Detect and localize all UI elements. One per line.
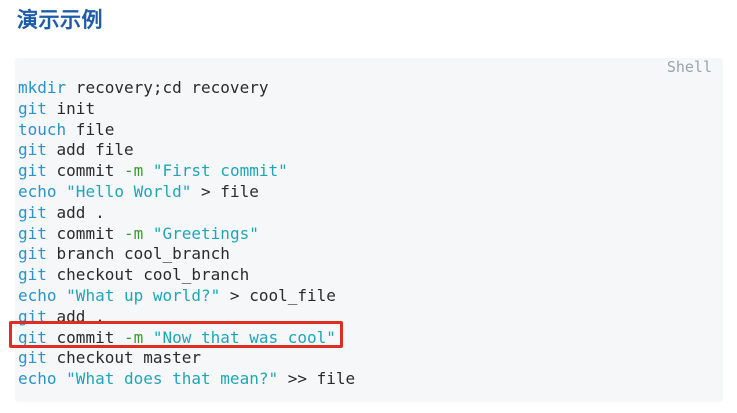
code-line: git add file xyxy=(18,140,355,161)
code-command-token: git xyxy=(18,348,47,368)
code-line: mkdir recovery;cd recovery xyxy=(18,78,355,99)
code-command-token: git xyxy=(18,244,47,264)
code-command-token: git xyxy=(18,265,47,285)
code-command-token: git xyxy=(18,140,47,160)
code-flag-token: -m xyxy=(123,327,144,347)
code-text-token: >> file xyxy=(278,369,356,389)
code-text-token: commit xyxy=(46,161,124,181)
code-text-token: branch cool_branch xyxy=(46,244,230,264)
code-command-token: mkdir xyxy=(18,78,67,97)
code-line: git checkout cool_branch xyxy=(18,265,355,286)
code-text-token: checkout master xyxy=(46,348,202,368)
code-command-token: git xyxy=(18,202,47,222)
code-block[interactable]: Shell mkdir recovery;cd recovery git init… xyxy=(15,58,723,402)
code-command-token: touch xyxy=(18,119,67,139)
code-flag-token: -m xyxy=(123,223,144,243)
code-line: git commit -m "Greetings" xyxy=(18,224,355,245)
code-text-token: commit xyxy=(46,327,124,347)
code-text-token: checkout cool_branch xyxy=(46,265,250,285)
code-text-token: add . xyxy=(46,306,105,326)
code-flag-token: -m xyxy=(123,161,144,181)
code-line-highlighted: git commit -m "Now that was cool" xyxy=(18,328,355,349)
code-string-token: "Hello World" xyxy=(66,181,192,201)
code-command-token: git xyxy=(18,327,47,347)
code-text-token: add . xyxy=(46,202,105,222)
code-line: git add . xyxy=(18,307,355,328)
code-line: git add . xyxy=(18,203,355,224)
code-command-token: git xyxy=(18,161,47,181)
code-line: echo "What up world?" > cool_file xyxy=(18,286,355,307)
code-line: git commit -m "First commit" xyxy=(18,161,355,182)
code-text-token: file xyxy=(66,119,115,139)
code-string-token: "Greetings" xyxy=(152,223,259,243)
code-language-label: Shell xyxy=(666,58,712,76)
code-string-token: "What does that mean?" xyxy=(66,369,279,389)
code-line: echo "What does that mean?" >> file xyxy=(18,369,355,390)
code-command-token: git xyxy=(18,306,47,326)
code-line: git branch cool_branch xyxy=(18,244,355,265)
code-command-token: echo xyxy=(18,369,57,389)
code-line: git init xyxy=(18,99,355,120)
code-text-token: commit xyxy=(46,223,124,243)
code-content[interactable]: mkdir recovery;cd recovery git init touch … xyxy=(18,78,355,390)
code-command-token: echo xyxy=(18,181,57,201)
code-line: git checkout master xyxy=(18,348,355,369)
code-line: touch file xyxy=(18,120,355,141)
page-heading: 演示示例 xyxy=(17,8,103,32)
code-text-token: > cool_file xyxy=(220,285,336,305)
code-text-token: recovery;cd recovery xyxy=(66,78,269,97)
code-string-token: "Now that was cool" xyxy=(152,327,336,347)
code-text-token: init xyxy=(46,98,96,118)
code-string-token: "First commit" xyxy=(152,161,288,181)
code-command-token: git xyxy=(18,98,47,118)
code-string-token: "What up world?" xyxy=(66,285,221,305)
code-line: echo "Hello World" > file xyxy=(18,182,355,203)
code-command-token: git xyxy=(18,223,47,243)
code-command-token: echo xyxy=(18,285,57,305)
code-text-token: add file xyxy=(46,140,134,160)
code-text-token: > file xyxy=(191,181,259,201)
